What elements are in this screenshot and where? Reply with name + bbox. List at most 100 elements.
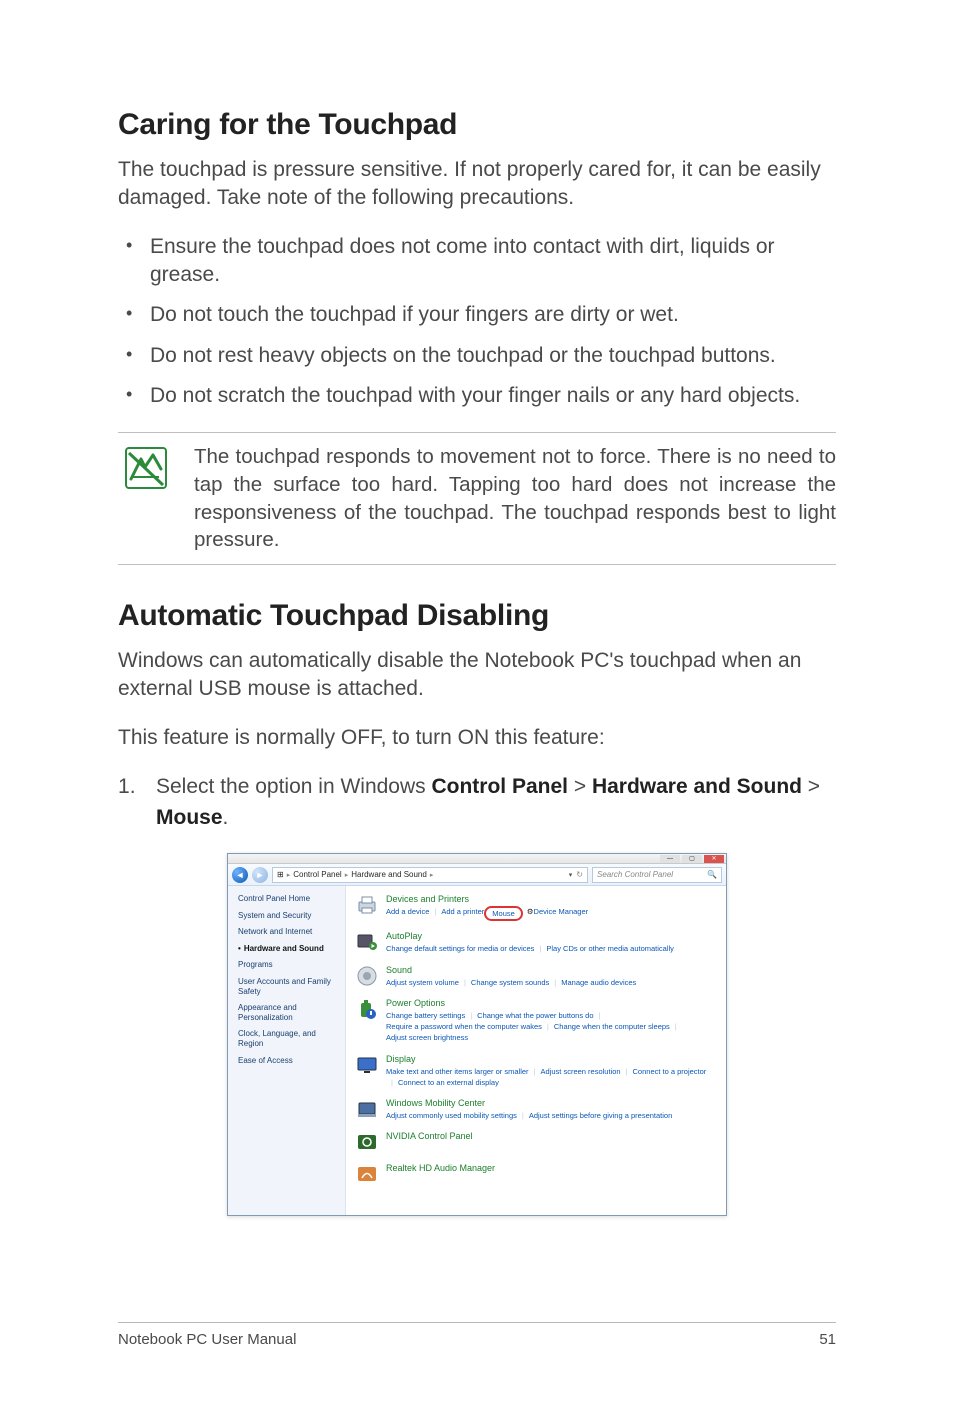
- category-title[interactable]: Windows Mobility Center: [386, 1098, 716, 1108]
- list-item: Do not scratch the touchpad with your fi…: [118, 382, 836, 410]
- link[interactable]: Change system sounds: [471, 977, 549, 988]
- sidebar-item-network-internet[interactable]: Network and Internet: [238, 927, 337, 937]
- category-title[interactable]: AutoPlay: [386, 931, 716, 941]
- section1-heading: Caring for the Touchpad: [118, 108, 836, 142]
- link[interactable]: Change battery settings: [386, 1010, 465, 1021]
- maximize-button[interactable]: ▢: [682, 855, 702, 863]
- chevron-right-icon: ▸: [430, 871, 434, 879]
- link[interactable]: Require a password when the computer wak…: [386, 1021, 542, 1032]
- chevron-right-icon: ▸: [287, 871, 291, 879]
- section2-p2: This feature is normally OFF, to turn ON…: [118, 724, 836, 752]
- category-display: Display Make text and other items larger…: [356, 1054, 716, 1089]
- category-title[interactable]: Realtek HD Audio Manager: [386, 1163, 716, 1173]
- footer-left: Notebook PC User Manual: [118, 1331, 296, 1348]
- link-device-manager[interactable]: Device Manager: [534, 906, 589, 921]
- section1-list: Ensure the touchpad does not come into c…: [118, 233, 836, 411]
- link[interactable]: Change when the computer sleeps: [554, 1021, 670, 1032]
- category-title[interactable]: Devices and Printers: [386, 894, 716, 904]
- document-page: Caring for the Touchpad The touchpad is …: [0, 0, 954, 1418]
- sidebar-item-programs[interactable]: Programs: [238, 960, 337, 970]
- link[interactable]: Connect to an external display: [398, 1077, 499, 1088]
- close-button[interactable]: ✕: [704, 855, 724, 863]
- section2-p1: Windows can automatically disable the No…: [118, 647, 836, 704]
- step-bold: Hardware and Sound: [592, 775, 802, 798]
- search-placeholder: Search Control Panel: [597, 870, 673, 879]
- control-panel-window: — ▢ ✕ ◄ ► ⊞ ▸ Control Panel ▸ Hardware a…: [227, 853, 727, 1216]
- nvidia-icon: [356, 1131, 378, 1153]
- section1-intro: The touchpad is pressure sensitive. If n…: [118, 156, 836, 213]
- breadcrumb[interactable]: ⊞ ▸ Control Panel ▸ Hardware and Sound ▸…: [272, 867, 588, 883]
- breadcrumb-icon: ⊞: [277, 870, 284, 879]
- link[interactable]: Adjust system volume: [386, 977, 459, 988]
- sidebar-item-clock-language[interactable]: Clock, Language, and Region: [238, 1029, 337, 1048]
- sidebar-item-hardware-sound[interactable]: Hardware and Sound: [238, 944, 337, 954]
- minimize-button[interactable]: —: [660, 855, 680, 863]
- refresh-icon[interactable]: ↻: [576, 870, 583, 879]
- link[interactable]: Connect to a projector: [633, 1066, 707, 1077]
- category-nvidia: NVIDIA Control Panel: [356, 1131, 716, 1153]
- list-item: Do not rest heavy objects on the touchpa…: [118, 342, 836, 370]
- link[interactable]: Adjust screen resolution: [541, 1066, 621, 1077]
- sidebar-item-ease-of-access[interactable]: Ease of Access: [238, 1056, 337, 1066]
- breadcrumb-seg[interactable]: Control Panel: [293, 870, 341, 879]
- list-item: Ensure the touchpad does not come into c…: [118, 233, 836, 290]
- sidebar-item-home[interactable]: Control Panel Home: [238, 894, 337, 904]
- display-icon: [356, 1054, 378, 1076]
- category-title[interactable]: Display: [386, 1054, 716, 1064]
- note-text: The touchpad responds to movement not to…: [194, 443, 836, 554]
- window-titlebar: — ▢ ✕: [228, 854, 726, 864]
- link-add-printer[interactable]: Add a printer: [441, 906, 484, 921]
- link[interactable]: Adjust settings before giving a presenta…: [529, 1110, 672, 1121]
- category-autoplay: AutoPlay Change default settings for med…: [356, 931, 716, 954]
- sidebar-item-system-security[interactable]: System and Security: [238, 911, 337, 921]
- category-title[interactable]: NVIDIA Control Panel: [386, 1131, 716, 1141]
- control-panel-main: Devices and Printers Add a device| Add a…: [346, 886, 726, 1215]
- category-power-options: Power Options Change battery settings| C…: [356, 998, 716, 1044]
- section2-heading: Automatic Touchpad Disabling: [118, 599, 836, 633]
- address-bar: ◄ ► ⊞ ▸ Control Panel ▸ Hardware and Sou…: [228, 864, 726, 886]
- list-item: Do not touch the touchpad if your finger…: [118, 301, 836, 329]
- sidebar-item-user-accounts[interactable]: User Accounts and Family Safety: [238, 977, 337, 996]
- sidebar: Control Panel Home System and Security N…: [228, 886, 346, 1215]
- link[interactable]: Manage audio devices: [561, 977, 636, 988]
- forward-button[interactable]: ►: [252, 867, 268, 883]
- realtek-icon: [356, 1163, 378, 1185]
- category-sound: Sound Adjust system volume| Change syste…: [356, 965, 716, 988]
- breadcrumb-seg[interactable]: Hardware and Sound: [351, 870, 427, 879]
- link-mouse[interactable]: Mouse: [484, 906, 523, 921]
- step-bold: Control Panel: [431, 775, 568, 798]
- autoplay-icon: [356, 931, 378, 953]
- chevron-down-icon[interactable]: ▾: [569, 871, 573, 879]
- category-devices-printers: Devices and Printers Add a device| Add a…: [356, 894, 716, 921]
- step-text: >: [568, 775, 592, 798]
- printer-icon: [356, 894, 378, 916]
- link-add-device[interactable]: Add a device: [386, 906, 429, 921]
- category-mobility-center: Windows Mobility Center Adjust commonly …: [356, 1098, 716, 1121]
- category-title[interactable]: Sound: [386, 965, 716, 975]
- link[interactable]: Make text and other items larger or smal…: [386, 1066, 529, 1077]
- search-input[interactable]: Search Control Panel 🔍: [592, 867, 722, 883]
- control-panel-body: Control Panel Home System and Security N…: [228, 886, 726, 1215]
- steps-list: Select the option in Windows Control Pan…: [118, 772, 836, 833]
- page-footer: Notebook PC User Manual 51: [118, 1322, 836, 1348]
- note-icon: [118, 443, 174, 554]
- step-text: >: [802, 775, 820, 798]
- back-button[interactable]: ◄: [232, 867, 248, 883]
- mobility-icon: [356, 1098, 378, 1120]
- power-icon: [356, 998, 378, 1020]
- chevron-right-icon: ▸: [345, 871, 349, 879]
- step-text: Select the option in Windows: [156, 775, 431, 798]
- step-item: Select the option in Windows Control Pan…: [118, 772, 836, 833]
- note-block: The touchpad responds to movement not to…: [118, 432, 836, 565]
- screenshot-figure: — ▢ ✕ ◄ ► ⊞ ▸ Control Panel ▸ Hardware a…: [118, 853, 836, 1216]
- speaker-icon: [356, 965, 378, 987]
- link[interactable]: Adjust screen brightness: [386, 1032, 468, 1043]
- link[interactable]: Adjust commonly used mobility settings: [386, 1110, 517, 1121]
- page-number: 51: [819, 1331, 836, 1348]
- sidebar-item-appearance[interactable]: Appearance and Personalization: [238, 1003, 337, 1022]
- link[interactable]: Change default settings for media or dev…: [386, 943, 534, 954]
- category-title[interactable]: Power Options: [386, 998, 716, 1008]
- step-bold: Mouse: [156, 806, 223, 829]
- link[interactable]: Play CDs or other media automatically: [546, 943, 674, 954]
- link[interactable]: Change what the power buttons do: [477, 1010, 593, 1021]
